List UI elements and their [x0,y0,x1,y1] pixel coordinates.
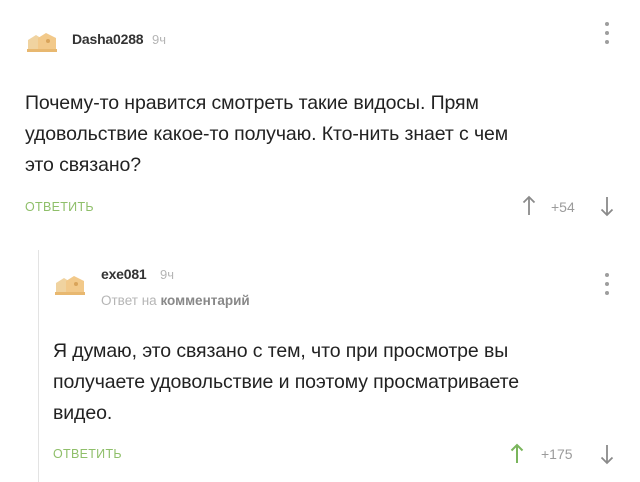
arrow-down-icon[interactable] [600,196,614,218]
reply-button[interactable]: ОТВЕТИТЬ [25,200,94,214]
arrow-down-icon[interactable] [600,444,614,466]
reply-to-prefix: Ответ на [101,293,157,308]
default-avatar-icon[interactable] [52,269,88,297]
comment-reply: exe081 9ч Ответ на комментарий Я думаю, … [0,240,640,482]
arrow-up-icon[interactable] [522,194,536,216]
default-avatar-icon[interactable] [24,26,60,54]
comment-time: 9ч [152,32,167,47]
comment-text-line: получаете удовольствие и поэтому просмат… [53,371,520,393]
arrow-up-icon[interactable] [510,442,524,464]
comment-text: Почему-то нравится смотреть такие видосы… [25,88,508,181]
more-vertical-icon[interactable] [604,273,610,299]
rating-value: +175 [541,446,573,462]
comment-text-line: Почему-то нравится смотреть такие видосы… [25,92,479,114]
comment-text-line: Я думаю, это связано с тем, что при прос… [53,340,509,362]
reply-to-label: Ответ на комментарий [101,293,250,308]
comment-username[interactable]: Dasha0288 [72,31,144,47]
reply-to-link[interactable]: комментарий [160,293,249,308]
comment: Dasha0288 9ч Почему-то нравится смотреть… [0,0,640,240]
comment-text-line: это связано? [25,154,141,176]
more-vertical-icon[interactable] [604,22,610,48]
comment-username[interactable]: exe081 [101,266,147,282]
comment-text-line: видео. [53,402,113,424]
comment-text: Я думаю, это связано с тем, что при прос… [53,336,519,429]
comment-time: 9ч [160,267,175,282]
comment-text-line: удовольствие какое-то получаю. Кто-нить … [25,123,509,145]
reply-button[interactable]: ОТВЕТИТЬ [53,447,122,461]
rating-value: +54 [551,199,575,215]
